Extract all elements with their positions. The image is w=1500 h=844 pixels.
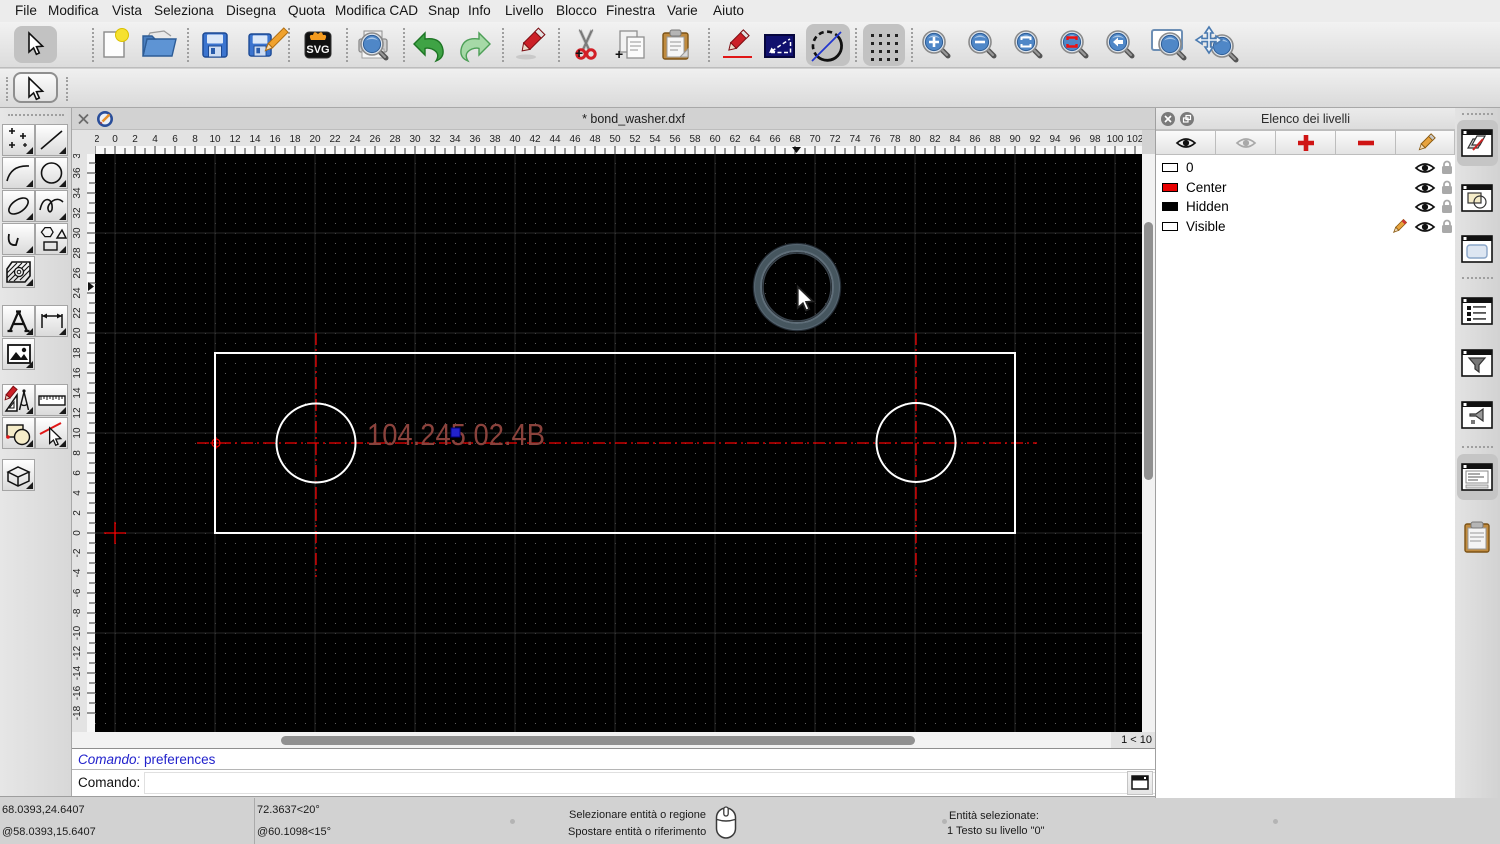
svg-text:28: 28 [389, 134, 401, 145]
svg-text:-8: -8 [72, 608, 83, 617]
svg-text:72: 72 [829, 134, 841, 145]
svg-text:70: 70 [809, 134, 821, 145]
svg-text:8: 8 [192, 134, 198, 145]
svg-text:6: 6 [172, 134, 178, 145]
svg-text:0: 0 [72, 530, 83, 536]
svg-text:32: 32 [429, 134, 441, 145]
svg-text:100: 100 [1107, 134, 1124, 145]
svg-text:34: 34 [449, 134, 461, 145]
svg-text:0: 0 [112, 134, 118, 145]
svg-text:24: 24 [349, 134, 361, 145]
svg-text:88: 88 [989, 134, 1001, 145]
svg-text:56: 56 [669, 134, 681, 145]
svg-text:26: 26 [369, 134, 381, 145]
svg-text:36: 36 [72, 167, 83, 179]
svg-text:20: 20 [72, 327, 83, 339]
svg-text:2: 2 [72, 510, 83, 516]
svg-text:14: 14 [249, 134, 261, 145]
svg-text:92: 92 [1029, 134, 1041, 145]
svg-text:98: 98 [1089, 134, 1101, 145]
svg-text:58: 58 [689, 134, 701, 145]
svg-text:-14: -14 [72, 665, 83, 680]
svg-text:4: 4 [72, 490, 83, 496]
svg-text:-4: -4 [72, 568, 83, 577]
svg-text:74: 74 [849, 134, 861, 145]
svg-text:+: + [615, 46, 623, 62]
svg-text:84: 84 [949, 134, 961, 145]
svg-text:32: 32 [72, 207, 83, 219]
svg-text:96: 96 [1069, 134, 1081, 145]
svg-text:10: 10 [72, 427, 83, 439]
svg-text:16: 16 [269, 134, 281, 145]
svg-text:-2: -2 [95, 134, 100, 145]
svg-text:30: 30 [72, 227, 83, 239]
svg-text:82: 82 [929, 134, 941, 145]
svg-text:50: 50 [609, 134, 621, 145]
svg-text:42: 42 [529, 134, 541, 145]
svg-text:48: 48 [589, 134, 601, 145]
svg-text:78: 78 [889, 134, 901, 145]
svg-text:52: 52 [629, 134, 641, 145]
svg-text:64: 64 [749, 134, 761, 145]
svg-text:22: 22 [329, 134, 341, 145]
svg-text:34: 34 [72, 187, 83, 199]
svg-text:16: 16 [72, 367, 83, 379]
svg-text:44: 44 [549, 134, 561, 145]
svg-text:12: 12 [72, 407, 83, 419]
svg-text:60: 60 [709, 134, 721, 145]
svg-text:-18: -18 [72, 705, 83, 720]
svg-text:28: 28 [72, 247, 83, 259]
svg-text:26: 26 [72, 267, 83, 279]
svg-text:2: 2 [132, 134, 138, 145]
svg-text:68: 68 [789, 134, 801, 145]
svg-text:62: 62 [729, 134, 741, 145]
svg-text:90: 90 [1009, 134, 1021, 145]
svg-text:36: 36 [469, 134, 481, 145]
svg-text:46: 46 [569, 134, 581, 145]
svg-text:24: 24 [72, 287, 83, 299]
svg-text:80: 80 [909, 134, 921, 145]
svg-text:18: 18 [72, 347, 83, 359]
svg-text:38: 38 [72, 154, 83, 159]
svg-text:102: 102 [1127, 134, 1142, 145]
svg-text:-16: -16 [72, 685, 83, 700]
svg-text:20: 20 [309, 134, 321, 145]
svg-text:86: 86 [969, 134, 981, 145]
svg-text:6: 6 [72, 470, 83, 476]
svg-text:76: 76 [869, 134, 881, 145]
svg-text:66: 66 [769, 134, 781, 145]
svg-text:54: 54 [649, 134, 661, 145]
svg-text:8: 8 [72, 450, 83, 456]
svg-text:94: 94 [1049, 134, 1061, 145]
svg-text:-2: -2 [72, 548, 83, 557]
svg-text:-6: -6 [72, 588, 83, 597]
svg-text:10: 10 [209, 134, 221, 145]
svg-text:30: 30 [409, 134, 421, 145]
svg-text:4: 4 [152, 134, 158, 145]
svg-text:-12: -12 [72, 645, 83, 660]
svg-text:40: 40 [509, 134, 521, 145]
svg-text:18: 18 [289, 134, 301, 145]
svg-text:-10: -10 [72, 625, 83, 640]
svg-text:22: 22 [72, 307, 83, 319]
svg-text:38: 38 [489, 134, 501, 145]
svg-text:SVG: SVG [306, 44, 329, 56]
svg-text:+: + [575, 45, 583, 61]
svg-text:14: 14 [72, 387, 83, 399]
svg-text:12: 12 [229, 134, 241, 145]
